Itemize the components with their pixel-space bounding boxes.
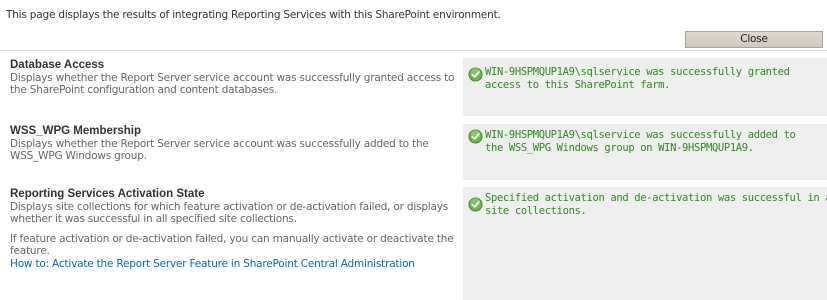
section-title: Database Access	[10, 59, 105, 71]
section-result-panel: WIN-9HSPMQUP1A9\sqlservice was successfu…	[463, 58, 827, 116]
result-line: access to this SharePoint farm.	[485, 79, 671, 91]
result-line: WIN-9HSPMQUP1A9\sqlservice was successfu…	[485, 129, 796, 141]
success-check-icon	[468, 197, 483, 212]
section-result-text: WIN-9HSPMQUP1A9\sqlservice was successfu…	[485, 66, 827, 92]
section-result-panel: WIN-9HSPMQUP1A9\sqlservice was successfu…	[463, 124, 827, 180]
section-info: Database Access Displays whether the Rep…	[10, 58, 455, 96]
integration-results-page: This page displays the results of integr…	[0, 0, 827, 300]
section-description: Displays whether the Report Server servi…	[10, 72, 455, 96]
result-line: Specified activation and de-activation w…	[485, 192, 827, 204]
section-description: Displays whether the Report Server servi…	[10, 138, 429, 162]
close-button[interactable]: Close	[685, 31, 823, 48]
section-description-followup: If feature activation or de-activation f…	[10, 233, 454, 257]
section-description: Displays site collections for which feat…	[10, 201, 449, 225]
section-title: Reporting Services Activation State	[10, 188, 205, 200]
section-title: WSS_WPG Membership	[10, 125, 141, 137]
header-divider	[0, 50, 827, 51]
section-result-text: Specified activation and de-activation w…	[485, 192, 827, 218]
page-intro-text: This page displays the results of integr…	[6, 9, 501, 21]
section-info: WSS_WPG Membership Displays whether the …	[10, 124, 455, 162]
section-wss-wpg-membership: WSS_WPG Membership Displays whether the …	[0, 124, 827, 180]
section-info: Reporting Services Activation State Disp…	[10, 187, 455, 270]
activate-feature-help-link[interactable]: How to: Activate the Report Server Featu…	[10, 258, 455, 270]
section-database-access: Database Access Displays whether the Rep…	[0, 58, 827, 116]
result-line: the WSS_WPG Windows group on WIN-9HSPMQU…	[485, 142, 754, 154]
result-line: site collections.	[485, 205, 587, 217]
section-activation-state: Reporting Services Activation State Disp…	[0, 187, 827, 300]
section-result-text: WIN-9HSPMQUP1A9\sqlservice was successfu…	[485, 129, 827, 155]
section-result-panel: Specified activation and de-activation w…	[463, 187, 827, 300]
result-line: WIN-9HSPMQUP1A9\sqlservice was successfu…	[485, 66, 790, 78]
success-check-icon	[468, 129, 483, 144]
success-check-icon	[468, 67, 483, 82]
